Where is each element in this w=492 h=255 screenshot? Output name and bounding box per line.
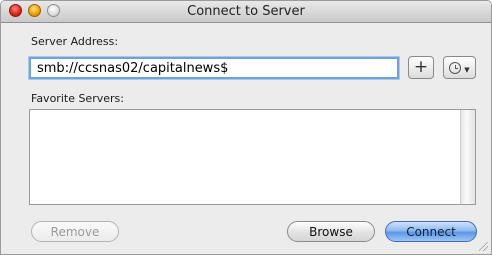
plus-icon: + xyxy=(413,57,429,77)
remove-button[interactable]: Remove xyxy=(31,221,119,242)
browse-button[interactable]: Browse xyxy=(287,221,375,242)
connect-to-server-window: Connect to Server Server Address: + ▼ Fa… xyxy=(0,0,492,255)
server-address-label: Server Address: xyxy=(31,35,119,48)
scrollbar[interactable] xyxy=(460,110,475,204)
favorite-servers-label: Favorite Servers: xyxy=(31,92,124,105)
chevron-down-icon: ▼ xyxy=(464,66,470,74)
server-address-input[interactable] xyxy=(29,57,399,79)
connect-button[interactable]: Connect xyxy=(385,221,477,242)
window-title: Connect to Server xyxy=(187,4,305,19)
clock-icon xyxy=(449,61,462,74)
add-favorite-button[interactable]: + xyxy=(408,56,434,79)
recent-servers-button[interactable]: ▼ xyxy=(443,56,476,79)
resize-grip-icon[interactable] xyxy=(479,242,488,251)
title-bar[interactable]: Connect to Server xyxy=(1,1,491,23)
favorite-servers-list[interactable] xyxy=(29,109,476,205)
